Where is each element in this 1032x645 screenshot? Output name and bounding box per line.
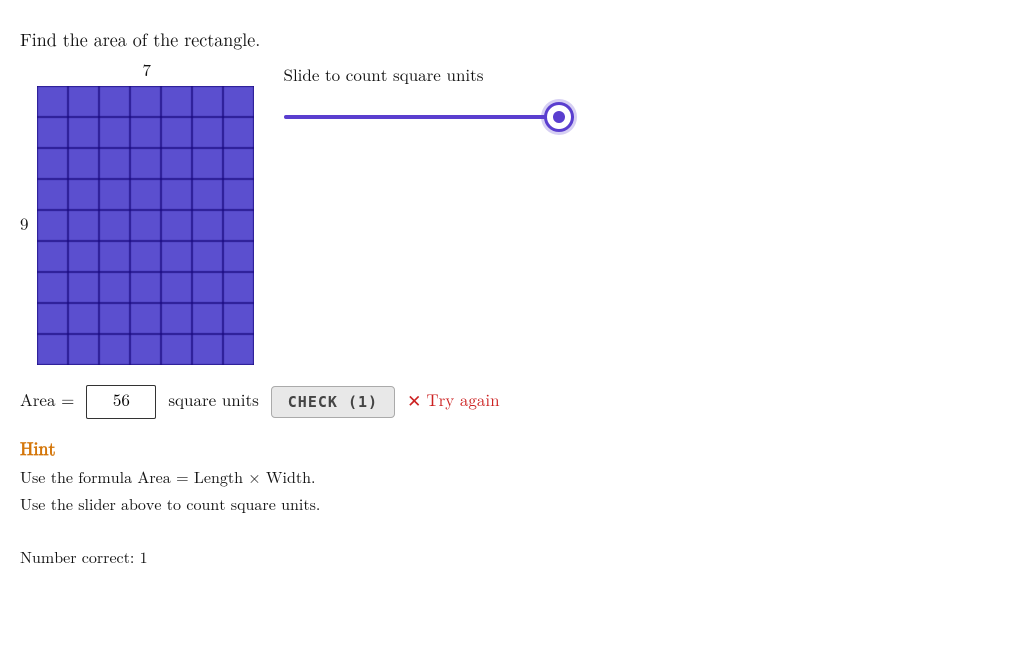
x-icon: ✕	[407, 392, 421, 413]
number-correct: Number correct: 1	[20, 550, 1012, 569]
hint-title: Hint	[20, 439, 1012, 461]
answer-row: Area = square units CHECK (1) ✕ Try agai…	[20, 385, 1012, 419]
question-text: Find the area of the rectangle.	[20, 30, 1012, 52]
rectangle-area: 7 9	[20, 62, 254, 365]
try-again-button[interactable]: ✕ Try again	[407, 392, 500, 413]
slider-track-wrapper[interactable]	[284, 102, 574, 132]
hint-section: Hint Use the formula Area = Length × Wid…	[20, 439, 1012, 520]
grid-canvas	[37, 86, 254, 365]
hint-line1: Use the formula Area = Length × Width.	[20, 466, 1012, 493]
area-label: Area =	[20, 392, 74, 412]
hint-text: Use the formula Area = Length × Width. U…	[20, 466, 1012, 520]
slider-thumb-inner	[553, 111, 565, 123]
main-content: 7 9 Slide to count square units	[20, 62, 1012, 365]
answer-input[interactable]	[86, 385, 156, 419]
slide-label: Slide to count square units	[284, 67, 574, 87]
dimension-left: 9	[20, 216, 29, 236]
hint-line2: Use the slider above to count square uni…	[20, 493, 1012, 520]
dimension-top: 7	[40, 62, 254, 82]
check-button[interactable]: CHECK (1)	[271, 386, 395, 418]
slider-track	[284, 115, 574, 119]
try-again-label: Try again	[426, 392, 499, 412]
dimension-left-wrapper: 9	[20, 86, 254, 365]
slider-section: Slide to count square units	[284, 62, 574, 132]
square-units-label: square units	[168, 392, 258, 412]
slider-thumb[interactable]	[544, 102, 574, 132]
